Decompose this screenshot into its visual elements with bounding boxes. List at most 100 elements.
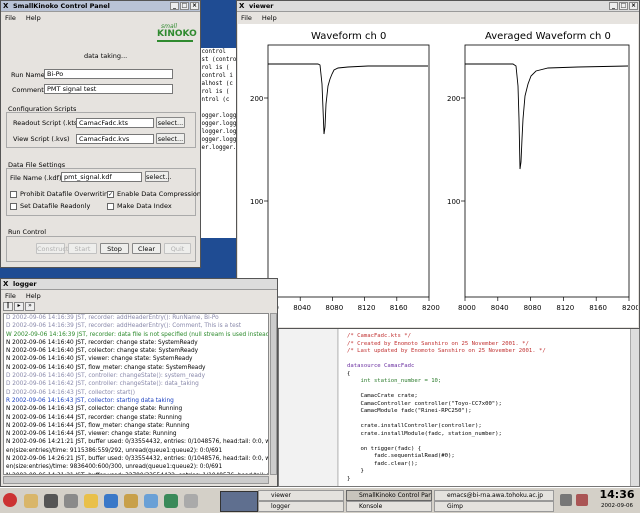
plot1-xtick-label: 8120 (358, 304, 376, 312)
logger-hscrollbar[interactable] (3, 476, 269, 484)
task-logger[interactable]: logger (258, 501, 344, 512)
plot2-ylabel-200: 200 (447, 95, 460, 103)
globe-icon[interactable] (164, 494, 178, 508)
menu-file[interactable]: File (5, 14, 16, 22)
comment-field[interactable]: PMT signal test (44, 84, 173, 94)
prohibit-overwrite-checkbox[interactable] (10, 191, 17, 198)
start-menu-icon[interactable] (3, 493, 17, 507)
view-select-button[interactable]: select... (156, 133, 185, 144)
help-icon[interactable] (84, 494, 98, 508)
mail-icon[interactable] (144, 494, 158, 508)
code-line: crate.installModule(fadc, station_number… (347, 430, 502, 437)
readout-script-label: Readout Script (.kts) (13, 119, 80, 127)
maximize-button[interactable]: □ (180, 2, 189, 10)
plot1-ylabel-100: 100 (250, 198, 263, 206)
logger-menubar: File Help (1, 290, 277, 301)
editor-code: /* CamacFadc.kts *//* Created by Enomoto… (347, 333, 637, 483)
plot2-xtick-label: 8000 (458, 304, 476, 312)
viewer-canvas: Waveform ch 0 Averaged Waveform ch 0 200… (238, 24, 639, 327)
control-panel-titlebar[interactable]: X SmallKinoko Control Panel _ □ × (1, 1, 200, 12)
logger-scrollbar[interactable] (270, 313, 277, 475)
viewer-titlebar[interactable]: X viewer _ □ × (237, 1, 639, 12)
x-logo-icon: X (3, 280, 9, 288)
code-line: } (347, 468, 364, 474)
desktop-pager[interactable] (220, 491, 258, 512)
task-konsole[interactable]: Konsole (346, 501, 432, 512)
settings-icon[interactable] (64, 494, 78, 508)
logger-window: X logger File Help ‖ ▸ » D 2002-09-06 14… (0, 278, 278, 487)
logger-text-area[interactable]: D 2002-09-06 14:16:39 JST, recorder: add… (3, 313, 269, 475)
code-line: crate.installController(controller); (347, 423, 482, 429)
file-select-button[interactable]: select... (145, 171, 172, 182)
run-name-field[interactable]: Bi-Po (44, 69, 173, 79)
clear-button[interactable]: Clear (132, 243, 161, 254)
enable-compression-checkbox[interactable]: ✓ (107, 191, 114, 198)
stop-button[interactable]: Stop (100, 243, 129, 254)
menu-help[interactable]: Help (262, 14, 277, 22)
task-viewer[interactable]: viewer (258, 490, 344, 501)
file-name-field[interactable]: pmt_signal.kdf (61, 172, 142, 182)
set-readonly-checkbox[interactable] (10, 203, 17, 210)
editor-code-area[interactable]: /* CamacFadc.kts *//* Created by Enomoto… (347, 333, 637, 483)
plot1-ylabel-200: 200 (250, 95, 263, 103)
quit-button[interactable]: Quit (164, 243, 191, 254)
tray-icon-2[interactable] (576, 494, 588, 506)
viewer-window: X viewer _ □ × File Help Waveform ch 0 A… (236, 0, 640, 329)
menu-file[interactable]: File (241, 14, 252, 22)
x-logo-icon: X (3, 2, 9, 10)
taskbar: viewer logger SmallKinoko Control Panel … (0, 487, 640, 513)
task-emacs[interactable]: emacs@bi-rna.awa.tohoku.ac.jp (434, 490, 554, 501)
set-readonly-label: Set Datafile Readonly (20, 202, 91, 210)
kinoko-logo: small KINOKO (157, 23, 197, 47)
start-button[interactable]: Start (68, 243, 97, 254)
log-line: N 2002-09-06 14:16:40 JST, flow_meter: c… (6, 364, 206, 371)
clock-time: 14:36 (599, 488, 635, 501)
home-icon[interactable] (24, 494, 38, 508)
clock: 14:36 2002-09-06 (596, 488, 638, 512)
editor-icon[interactable] (124, 494, 138, 508)
minimize-button[interactable]: _ (609, 2, 618, 10)
tray-icon[interactable] (560, 494, 572, 506)
menu-file[interactable]: File (5, 292, 16, 300)
plot2-ylabel-100: 100 (447, 198, 460, 206)
step-forward-icon[interactable]: ▸ (14, 302, 24, 311)
plot1-xlabels: 800080408080812081608200 (261, 297, 440, 312)
log-line: en(size:entries)/time: 9836400:600/300, … (6, 464, 223, 471)
code-line: on trigger(fadc) { (347, 445, 422, 452)
clock-date: 2002-09-06 (601, 503, 633, 509)
log-line: N 2002-09-06 14:16:40 JST, viewer: chang… (6, 356, 193, 363)
menu-help[interactable]: Help (26, 14, 41, 22)
readout-select-button[interactable]: select... (156, 117, 185, 128)
fast-forward-icon[interactable]: » (25, 302, 35, 311)
view-script-field[interactable]: CamacFadc.kvs (76, 134, 154, 144)
task-control-panel[interactable]: SmallKinoko Control Panel (346, 490, 432, 501)
construct-button[interactable]: Construct (36, 243, 68, 254)
plot2-frame (464, 44, 630, 298)
code-line: { (347, 370, 351, 377)
task-gimp[interactable]: Gimp (434, 501, 554, 512)
logger-lines: D 2002-09-06 14:16:39 JST, recorder: add… (6, 314, 268, 474)
readout-script-field[interactable]: CamacFadc.kts (76, 118, 154, 128)
control-panel-title: SmallKinoko Control Panel (13, 2, 110, 10)
file-name-label: File Name (.kdf) (10, 174, 62, 182)
plot1-frame (267, 44, 430, 298)
minimize-button[interactable]: _ (170, 2, 179, 10)
browser-icon[interactable] (104, 494, 118, 508)
pause-icon[interactable]: ‖ (3, 302, 13, 311)
search-icon[interactable] (184, 494, 198, 508)
close-button[interactable]: × (629, 2, 638, 10)
code-line: CamacModule fadc("Rinei-RPC250"); (347, 408, 472, 414)
maximize-button[interactable]: □ (619, 2, 628, 10)
menu-help[interactable]: Help (26, 292, 41, 300)
editor-scrollbar[interactable] (630, 329, 639, 486)
log-line: N 2002-09-06 14:16:44 JST, viewer: chang… (6, 431, 177, 438)
make-index-checkbox[interactable] (107, 203, 114, 210)
log-line: N 2002-09-06 14:16:40 JST, collector: ch… (6, 348, 199, 355)
status-text: data taking... (84, 52, 128, 60)
terminal-icon[interactable] (44, 494, 58, 508)
make-index-label: Make Data Index (117, 202, 172, 210)
logger-titlebar[interactable]: X logger (1, 279, 277, 290)
control-panel-window: X SmallKinoko Control Panel _ □ × File H… (0, 0, 201, 268)
close-button[interactable]: × (190, 2, 199, 10)
